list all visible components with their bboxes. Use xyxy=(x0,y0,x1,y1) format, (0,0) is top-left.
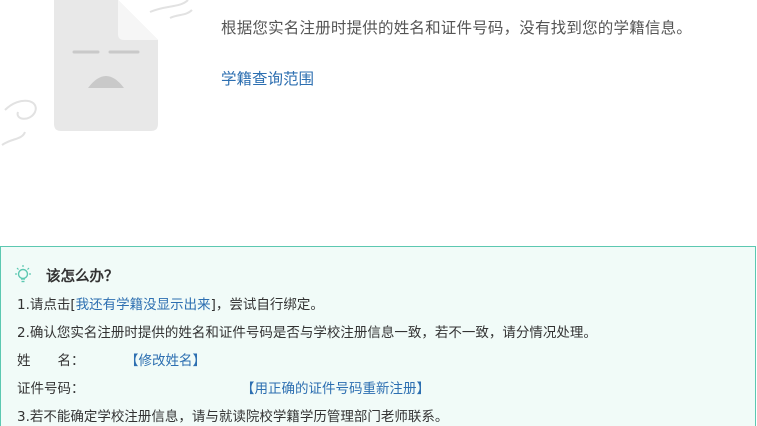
step-1-suffix: ]，尝试自行绑定。 xyxy=(210,297,324,313)
reregister-id-link[interactable]: 【用正确的证件号码重新注册】 xyxy=(241,377,430,397)
modify-name-link[interactable]: 【修改姓名】 xyxy=(125,349,206,369)
lightbulb-icon xyxy=(15,265,31,283)
id-number-label: 证件号码： xyxy=(17,381,85,397)
step-1: 1.请点击[我还有学籍没显示出来]，尝试自行绑定。 xyxy=(17,293,324,313)
step-2: 2.确认您实名注册时提供的姓名和证件号码是否与学校注册信息一致，若不一致，请分情… xyxy=(17,325,597,341)
unbound-record-link[interactable]: 我还有学籍没显示出来 xyxy=(76,297,211,313)
help-title: 该怎么办？ xyxy=(46,268,119,285)
query-scope-link[interactable]: 学籍查询范围 xyxy=(221,67,314,89)
step-3: 3.若不能确定学校注册信息，请与就读院校学籍学历管理部门老师联系。 xyxy=(17,409,449,425)
help-panel: 该怎么办？ 1.请点击[我还有学籍没显示出来]，尝试自行绑定。 2.确认您实名注… xyxy=(0,246,756,426)
document-shape xyxy=(54,0,158,131)
no-record-message: 根据您实名注册时提供的姓名和证件号码，没有找到您的学籍信息。 xyxy=(221,19,693,37)
sad-document-illustration xyxy=(1,0,193,146)
name-label: 姓 名： xyxy=(17,353,85,369)
swirl-decoration xyxy=(4,99,37,120)
step-1-prefix: 1.请点击[ xyxy=(17,297,76,313)
